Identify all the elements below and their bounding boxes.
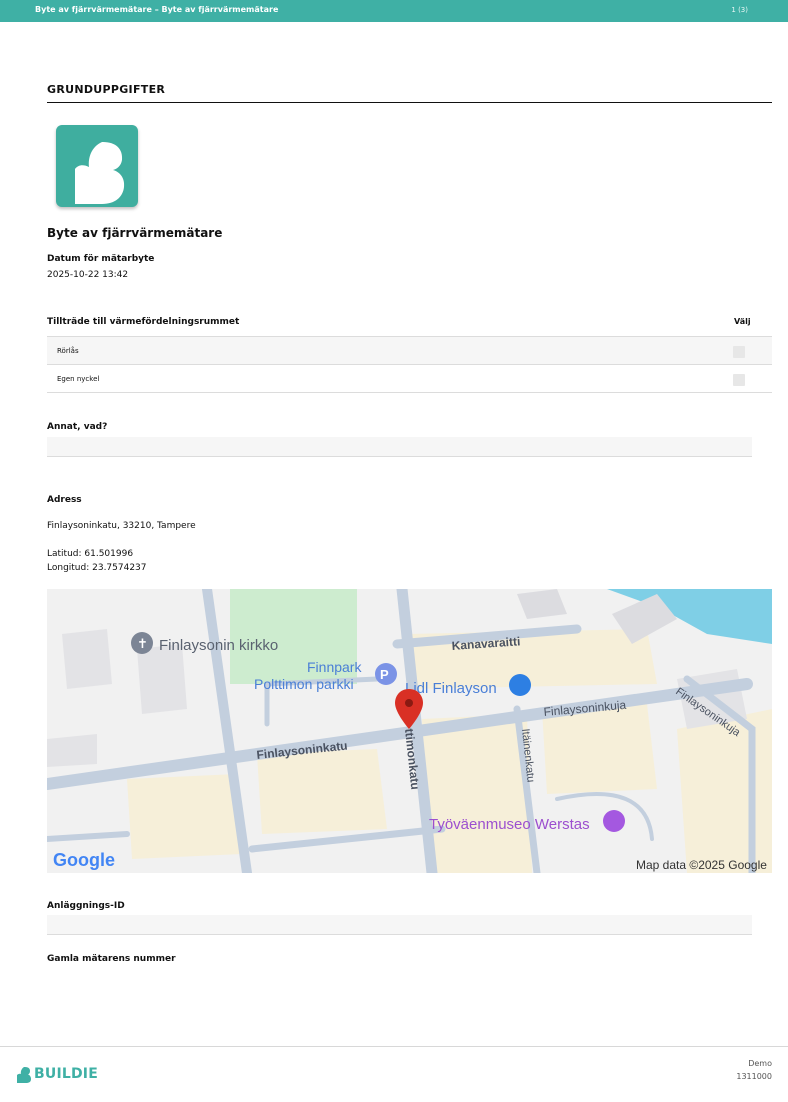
table-row: Rörlås (47, 337, 772, 365)
location-map[interactable]: ✝ Finlaysonin kirkko Finnpark Polttimon … (47, 589, 772, 873)
rorlas-checkbox[interactable] (733, 346, 745, 358)
top-header-bar: Byte av fjärrvärmemätare – Byte av fjärr… (0, 0, 788, 22)
other-label: Annat, vad? (47, 422, 108, 432)
building-block (127, 774, 242, 859)
address-value: Finlaysoninkatu, 33210, Tampere (47, 521, 196, 531)
address-label: Adress (47, 495, 82, 505)
buildie-app-logo-icon (56, 125, 138, 207)
map-label-parking-2: Polttimon parkki (254, 676, 354, 692)
footer-number: 1311000 (736, 1072, 772, 1081)
museum-icon (603, 810, 625, 832)
facility-id-field[interactable] (47, 915, 752, 935)
row-label-egen-nyckel: Egen nyckel (57, 375, 100, 383)
map-copyright: Map data ©2025 Google (636, 858, 767, 872)
parking-letter-icon: P (380, 667, 389, 682)
section-divider (47, 102, 772, 103)
map-label-parking-1: Finnpark (307, 659, 362, 675)
building-block (62, 629, 112, 689)
row-label-rorlas: Rörlås (57, 347, 79, 355)
section-title: GRUNDUPPGIFTER (47, 83, 166, 96)
choose-column-header: Välj (734, 317, 751, 326)
access-table-header: Tillträde till värmefördelningsrummet Vä… (47, 317, 772, 337)
access-table-title: Tillträde till värmefördelningsrummet (47, 317, 240, 327)
page-number: 1 (3) (731, 6, 748, 14)
egen-nyckel-checkbox[interactable] (733, 374, 745, 386)
facility-id-label: Anläggnings-ID (47, 901, 125, 911)
footer-brand: BUILDIE (34, 1066, 98, 1082)
longitude-value: Longitud: 23.7574237 (47, 563, 147, 573)
map-label-church: Finlaysonin kirkko (159, 637, 278, 654)
map-label-museum: Työväenmuseo Werstas (429, 816, 590, 833)
building-block (47, 734, 97, 767)
latitude-value: Latitud: 61.501996 (47, 549, 134, 559)
building-block (257, 749, 387, 834)
header-title: Byte av fjärrvärmemätare – Byte av fjärr… (35, 5, 279, 14)
building-block (677, 709, 772, 873)
google-logo: Google (53, 850, 115, 870)
document-title: Byte av fjärrvärmemätare (47, 226, 223, 240)
date-label: Datum för mätarbyte (47, 254, 155, 264)
building-block (137, 644, 187, 714)
church-cross-icon: ✝ (137, 636, 148, 651)
date-value: 2025-10-22 13:42 (47, 270, 129, 280)
old-meter-label: Gamla mätarens nummer (47, 954, 176, 964)
table-row: Egen nyckel (47, 365, 772, 393)
other-field[interactable] (47, 437, 752, 457)
location-pin-dot (405, 699, 413, 707)
footer-company: Demo (748, 1059, 772, 1068)
building-block (422, 714, 532, 873)
buildie-footer-logo-icon (16, 1066, 32, 1088)
footer-divider (0, 1046, 788, 1047)
shopping-cart-icon (509, 674, 531, 696)
